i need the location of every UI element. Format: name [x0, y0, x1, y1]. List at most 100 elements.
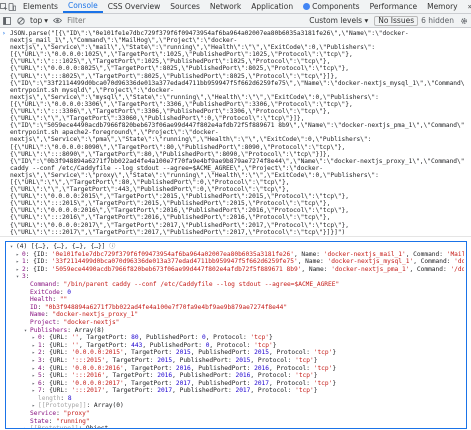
input-line: {\"ID\":\"33f2114499d0bca070d96336de013a… [10, 79, 465, 87]
result-line[interactable]: ▸ 2: {URL: '0.0.0.0:2015', TargetPort: 20… [10, 349, 464, 357]
result-token: ':::2015' [71, 356, 106, 364]
result-token: } [313, 387, 318, 395]
result-token: } [332, 379, 337, 387]
result-line: Service: "proxy" [10, 410, 464, 418]
tab-label: Components [312, 2, 360, 11]
result-token: : [37, 303, 45, 311]
tab-components[interactable]: Components [298, 0, 364, 13]
result-token: , TargetPort: [123, 364, 176, 372]
result-line[interactable]: ▾ (4) [{…}, {…}, {…}, {…}] ⓘ [10, 243, 464, 251]
tab-sources[interactable]: Sources [165, 0, 205, 13]
result-token: State [30, 417, 49, 425]
result-line[interactable]: ▸ 5: {URL: ':::2016', TargetPort: 2016, P… [10, 372, 464, 380]
context-selector[interactable]: top ▾ [28, 15, 50, 26]
result-line[interactable]: ▸ 2: {ID: '5059ece4490acdb7966f820beb673f… [10, 266, 464, 274]
tab-list: Elements Console CSS Overview Sources Networ… [18, 0, 463, 13]
result-token: 80 [131, 334, 139, 342]
result-line[interactable]: ▸[[Prototype]]: Object [10, 425, 464, 428]
result-token: 'MailHog' [446, 250, 464, 258]
result-line[interactable]: ▸ 0: {ID: '0e101fe1e7dbc729f379f6f0947395… [10, 251, 464, 259]
console-result-object[interactable]: ▾ (4) [{…}, {…}, {…}, {…}] ⓘ ▸ 0: {ID: '0e1… [5, 241, 467, 429]
tab-label: Application [251, 2, 294, 11]
show-sidebar-icon[interactable] [0, 14, 14, 28]
result-line[interactable]: ▸ 7: {URL: ':::2017', TargetPort: 2017, P… [10, 387, 464, 395]
result-token: : {URL: [41, 364, 72, 372]
result-token: '0.0.0.0:2015' [71, 349, 124, 357]
more-tabs-button[interactable]: » [463, 0, 471, 13]
result-line[interactable]: ▸ [[Prototype]]: Array(0) [10, 402, 464, 410]
console-panel[interactable]: › JSON.parse("[{\"ID\":\"0e101fe1e7dbc72… [0, 29, 471, 430]
input-line: {\"URL\":\":::2017\",\"TargetPort\":2017… [10, 228, 346, 236]
result-token: , PublishedPort: [138, 334, 202, 342]
input-line: {\"ID\":\"0b3f948894a6271f7bb022ad4fe4a1… [10, 157, 465, 165]
result-token: 2016 [235, 372, 251, 380]
result-token: 2017 [175, 379, 191, 387]
result-token: 'tcp' [313, 379, 333, 387]
result-token: : Array(8) [67, 326, 105, 334]
result-token: , Protocol: [209, 341, 255, 349]
input-line: {\"URL\":\":::8090\",\"TargetPort\":80,\… [10, 150, 331, 158]
clear-console-icon[interactable] [14, 14, 28, 28]
result-token: Name [30, 311, 45, 319]
tab-console[interactable]: Console [62, 0, 103, 13]
tab-elements[interactable]: Elements [18, 0, 63, 13]
tab-memory[interactable]: Memory [422, 0, 463, 13]
result-token: "/bin/parent caddy --conf /etc/Caddyfile… [63, 280, 340, 288]
result-token: , PublishedPort: [190, 379, 255, 387]
result-line[interactable]: ▸ 1: {URL: '', TargetPort: 443, Published… [10, 342, 464, 350]
result-token: Health [30, 296, 53, 304]
issues-button[interactable]: No Issues [374, 15, 419, 26]
device-toolbar-icon[interactable] [8, 0, 16, 14]
tab-performance[interactable]: Performance [365, 0, 423, 13]
result-line[interactable]: ▸ 1: {ID: '33f2114499d0bca070d96336de013a… [10, 258, 464, 266]
result-line: ID: "0b3f948894a6271f7bb022ad4fe4a100e7f… [10, 304, 464, 312]
input-line: entrypoint.sh apache2-foreground\",\"Pro… [10, 129, 219, 137]
console-input-echo: JSON.parse("[{\"ID\":\"0e101fe1e7dbc729f… [0, 29, 471, 236]
input-line: [{\"URL\":\"0.0.0.0:3306\",\"TargetPort\… [10, 100, 353, 108]
log-levels-dropdown[interactable]: Custom levels ▾ [306, 16, 371, 25]
live-expression-eye-icon[interactable] [50, 14, 64, 28]
result-token: 'tcp' [295, 372, 314, 380]
result-token: 2015 [157, 356, 173, 364]
result-token: 'tcp' [313, 364, 333, 372]
result-token: ⓘ [109, 243, 116, 250]
input-line: nextjs\",\"Service\":\"mysql\",\"State\"… [10, 93, 379, 101]
input-line: {\"URL\":\":::8025\",\"TargetPort\":8025… [10, 72, 338, 80]
result-token: : [60, 394, 68, 402]
result-line[interactable]: ▸ 6: {URL: '0.0.0.0:2017', TargetPort: 20… [10, 380, 464, 388]
result-token: '33f2114499d0bca070d96336de013a377edad47… [51, 258, 298, 266]
result-token: "0b3f948894a6271f7bb022ad4fe4a100e7f70fa… [44, 303, 288, 311]
tab-label: Network [209, 2, 242, 11]
console-settings-gear-icon[interactable] [457, 14, 471, 28]
result-token: : [25, 273, 30, 281]
result-token: , Command: [405, 250, 447, 258]
tab-label: Console [67, 1, 98, 10]
result-line[interactable]: ▸ 4: {URL: '0.0.0.0:2016', TargetPort: 20… [10, 365, 464, 373]
result-token: } [313, 372, 318, 380]
tab-network[interactable]: Network [205, 0, 246, 13]
tab-css-overview[interactable]: CSS Overview [103, 0, 165, 13]
inspect-element-icon[interactable] [0, 0, 8, 14]
result-line[interactable]: ▸ 3: {URL: ':::2015', TargetPort: 2015, P… [10, 357, 464, 365]
result-line: Command: "/bin/parent caddy --conf /etc/… [10, 281, 464, 289]
result-token: 'tcp' [254, 341, 273, 349]
result-line: ExitCode: 0 [10, 289, 464, 297]
react-components-icon [303, 3, 311, 10]
result-token: 2015 [254, 349, 270, 357]
result-token: 0 [67, 288, 71, 296]
result-token: , PublishedPort: [172, 356, 236, 364]
result-token: : {ID: [25, 250, 52, 258]
result-token: '/docker-entrypoint [450, 265, 464, 273]
result-line[interactable]: ▸ 0: {URL: '', TargetPort: 80, PublishedP… [10, 334, 464, 342]
context-value: top [30, 16, 43, 25]
input-line: {\"URL\":\"0.0.0.0:2016\",\"TargetPort\"… [10, 207, 349, 215]
result-token: 8 [67, 394, 72, 402]
result-token: : {URL: [41, 372, 72, 380]
filter-input[interactable] [67, 15, 278, 26]
result-line[interactable]: ▾ 3: [10, 273, 464, 281]
tab-application[interactable]: Application [246, 0, 298, 13]
input-line: entrypoint.sh mysqld\",\"Project\":\"doc… [10, 86, 174, 94]
result-token: , Name: [301, 265, 332, 273]
result-token: 2016 [175, 364, 191, 372]
result-line[interactable]: ▾ Publishers: Array(8) [10, 327, 464, 335]
